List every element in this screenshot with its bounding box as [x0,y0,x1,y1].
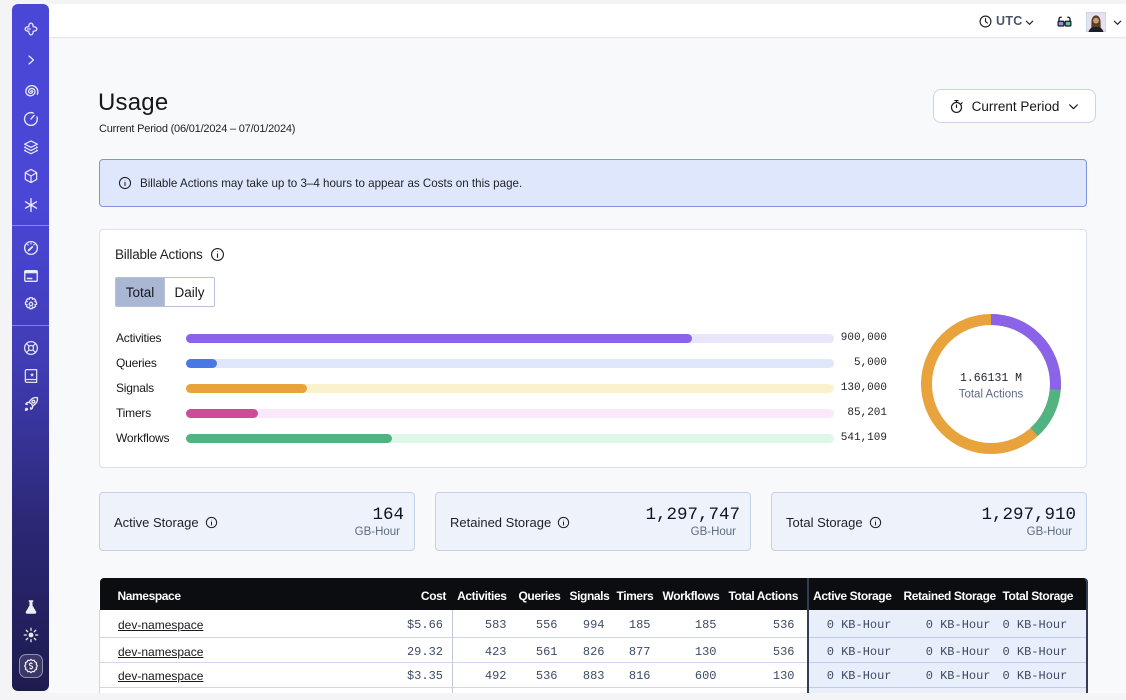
svg-text:Total Actions: Total Actions [959,389,1024,401]
svg-text:1.66131 M: 1.66131 M [960,372,1022,385]
